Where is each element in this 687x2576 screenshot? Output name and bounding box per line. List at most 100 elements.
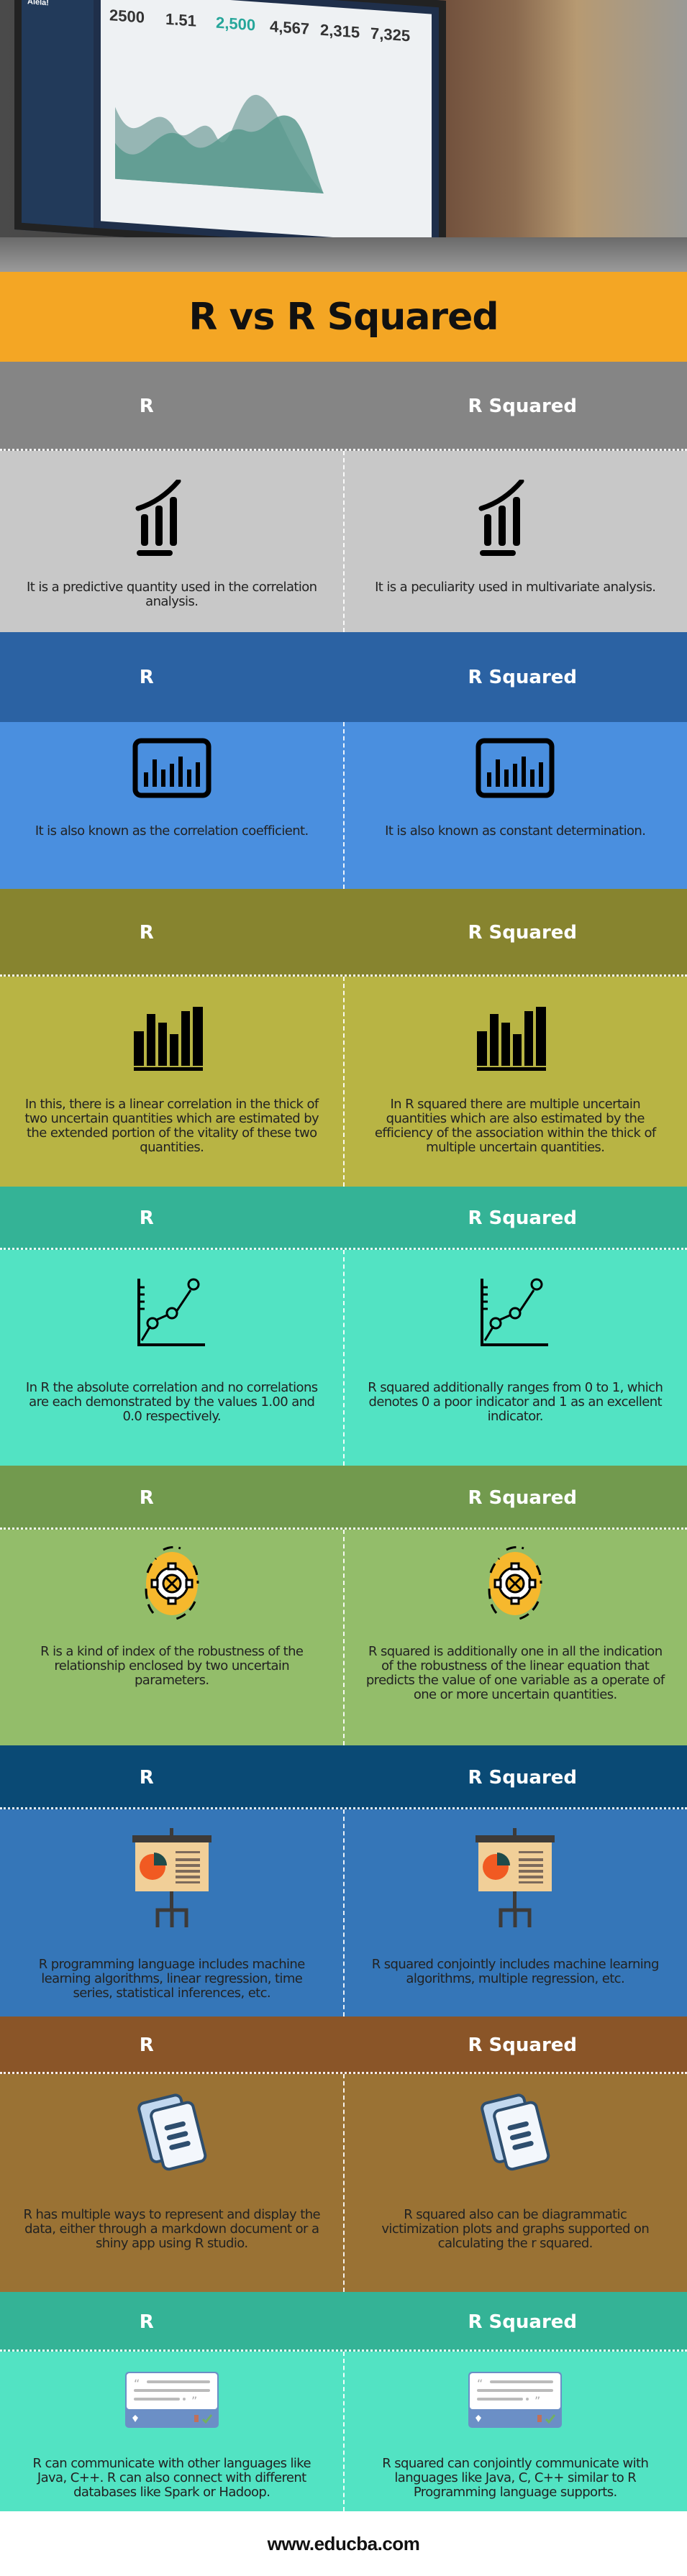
comparison-section: R R Squared R has multiple ways to represe… (0, 2017, 687, 2292)
monitor-bar-chart-icon (476, 738, 555, 803)
column-header-r-squared: R Squared (468, 666, 578, 688)
r-description: In R the absolute correlation and no cor… (25, 1380, 318, 1424)
r-squared-cell: “” R squared can conjointly communicate w… (344, 2352, 687, 2511)
section-header: R R Squared (0, 362, 687, 451)
r-squared-cell: R squared conjointly includes machine le… (344, 1809, 687, 2017)
r-cell: In R the absolute correlation and no cor… (0, 1250, 344, 1466)
hero-photo: Gentelella Alela! 2500 1.51 2,500 4,567 … (0, 0, 687, 272)
r-description: It is a predictive quantity used in the … (27, 580, 317, 609)
r-description: It is also known as the correlation coef… (35, 823, 309, 839)
dashboard-area-chart (115, 94, 324, 194)
line-chart-icon (479, 1276, 551, 1348)
r-description: R programming language includes machine … (38, 1957, 306, 2001)
dashboard-sidebar: Gentelella Alela! (22, 0, 94, 228)
r-squared-cell: R squared additionally ranges from 0 to … (344, 1250, 687, 1466)
documents-icon (479, 2091, 551, 2178)
column-header-r: R (139, 2034, 154, 2056)
comparison-section: R R Squared It is a predictive quantity us… (0, 362, 687, 632)
section-body: It is also known as the correlation coef… (0, 722, 687, 889)
column-header-r: R (139, 1207, 154, 1229)
section-header: R R Squared (0, 2292, 687, 2352)
growth-bar-chart-icon (476, 480, 555, 559)
section-header: R R Squared (0, 1466, 687, 1530)
column-header-r: R (139, 396, 154, 417)
r-squared-description: In R squared there are multiple uncertai… (374, 1097, 656, 1155)
gear-icon (479, 1544, 551, 1623)
r-squared-cell: R squared is additionally one in all the… (344, 1530, 687, 1745)
laptop-keyboard-image (0, 237, 687, 272)
column-header-r-squared: R Squared (468, 396, 578, 417)
dashboard-stat: 1.51 (165, 9, 196, 30)
r-squared-description: It is a peculiarity used in multivariate… (375, 580, 656, 595)
title-band: R vs R Squared (0, 272, 687, 362)
column-header-r: R (139, 666, 154, 688)
dashboard-brand: Gentelella Alela! (27, 0, 49, 8)
section-body: R has multiple ways to represent and dis… (0, 2074, 687, 2292)
dashboard-stat: 2,500 (216, 13, 256, 35)
section-body: R programming language includes machine … (0, 1809, 687, 2017)
svg-text:”: ” (534, 2394, 540, 2408)
comparison-section: R R Squared In this, there is a linear cor… (0, 889, 687, 1187)
dashboard-stat: 7,325 (370, 24, 411, 45)
page-title: R vs R Squared (188, 295, 499, 339)
column-header-r-squared: R Squared (468, 1207, 578, 1229)
quote-card-icon: “” (468, 2372, 563, 2429)
section-header: R R Squared (0, 1745, 687, 1809)
section-header: R R Squared (0, 632, 687, 722)
r-cell: It is a predictive quantity used in the … (0, 451, 344, 632)
footer: www.educba.com (0, 2511, 687, 2576)
r-cell: It is also known as the correlation coef… (0, 722, 344, 889)
section-body: In this, there is a linear correlation i… (0, 977, 687, 1187)
r-cell: In this, there is a linear correlation i… (0, 977, 344, 1187)
laptop-screen-image: Gentelella Alela! 2500 1.51 2,500 4,567 … (14, 0, 446, 260)
r-squared-cell: R squared also can be diagrammatic victi… (344, 2074, 687, 2292)
r-squared-description: R squared can conjointly communicate wit… (382, 2456, 649, 2500)
r-squared-cell: In R squared there are multiple uncertai… (344, 977, 687, 1187)
r-description: R has multiple ways to represent and dis… (23, 2207, 321, 2251)
section-header: R R Squared (0, 889, 687, 977)
comparison-section: R R Squared In R the absolute correlation … (0, 1187, 687, 1466)
section-body: “” R can communicate with other languages… (0, 2352, 687, 2511)
r-squared-description: R squared conjointly includes machine le… (371, 1957, 660, 1986)
column-header-r-squared: R Squared (468, 2034, 578, 2056)
section-body: In R the absolute correlation and no cor… (0, 1250, 687, 1466)
r-description: R can communicate with other languages l… (32, 2456, 311, 2500)
r-squared-cell: It is a peculiarity used in multivariate… (344, 451, 687, 632)
r-squared-description: It is also known as constant determinati… (385, 823, 646, 839)
column-header-r: R (139, 1766, 154, 1789)
r-cell: R programming language includes machine … (0, 1809, 344, 2017)
section-header: R R Squared (0, 2017, 687, 2074)
comparison-section: R R Squared It is also known as the correl… (0, 632, 687, 889)
svg-text:“: “ (134, 2377, 140, 2390)
column-header-r: R (139, 922, 154, 944)
comparison-table: R R Squared It is a predictive quantity us… (0, 362, 687, 2511)
bar-chart-icon (476, 1007, 555, 1072)
growth-bar-chart-icon (132, 480, 211, 559)
comparison-section: R R Squared R programming language include… (0, 1745, 687, 2017)
quote-card-icon: “” (124, 2372, 219, 2429)
r-squared-description: R squared additionally ranges from 0 to … (368, 1380, 663, 1424)
comparison-section: R R Squared R is a kind of index of the ro… (0, 1466, 687, 1745)
svg-text:“: “ (477, 2377, 483, 2390)
gear-icon (136, 1544, 208, 1623)
column-header-r: R (139, 1486, 154, 1509)
r-description: In this, there is a linear correlation i… (24, 1097, 319, 1155)
line-chart-icon (136, 1276, 208, 1348)
column-header-r: R (139, 2311, 154, 2333)
r-squared-description: R squared also can be diagrammatic victi… (381, 2207, 650, 2251)
svg-text:”: ” (191, 2394, 197, 2408)
r-cell: “” R can communicate with other languages… (0, 2352, 344, 2511)
r-description: R is a kind of index of the robustness o… (40, 1644, 304, 1688)
section-header: R R Squared (0, 1187, 687, 1250)
r-squared-cell: It is also known as constant determinati… (344, 722, 687, 889)
r-cell: R is a kind of index of the robustness o… (0, 1530, 344, 1745)
documents-icon (136, 2091, 208, 2178)
dashboard-stat: 4,567 (270, 17, 310, 38)
footer-url[interactable]: www.educba.com (268, 2533, 420, 2555)
presentation-board-icon (132, 1828, 211, 1929)
column-header-r-squared: R Squared (468, 2311, 578, 2333)
section-body: R is a kind of index of the robustness o… (0, 1530, 687, 1745)
column-header-r-squared: R Squared (468, 1766, 578, 1789)
column-header-r-squared: R Squared (468, 922, 578, 944)
r-squared-description: R squared is additionally one in all the… (365, 1644, 665, 1702)
